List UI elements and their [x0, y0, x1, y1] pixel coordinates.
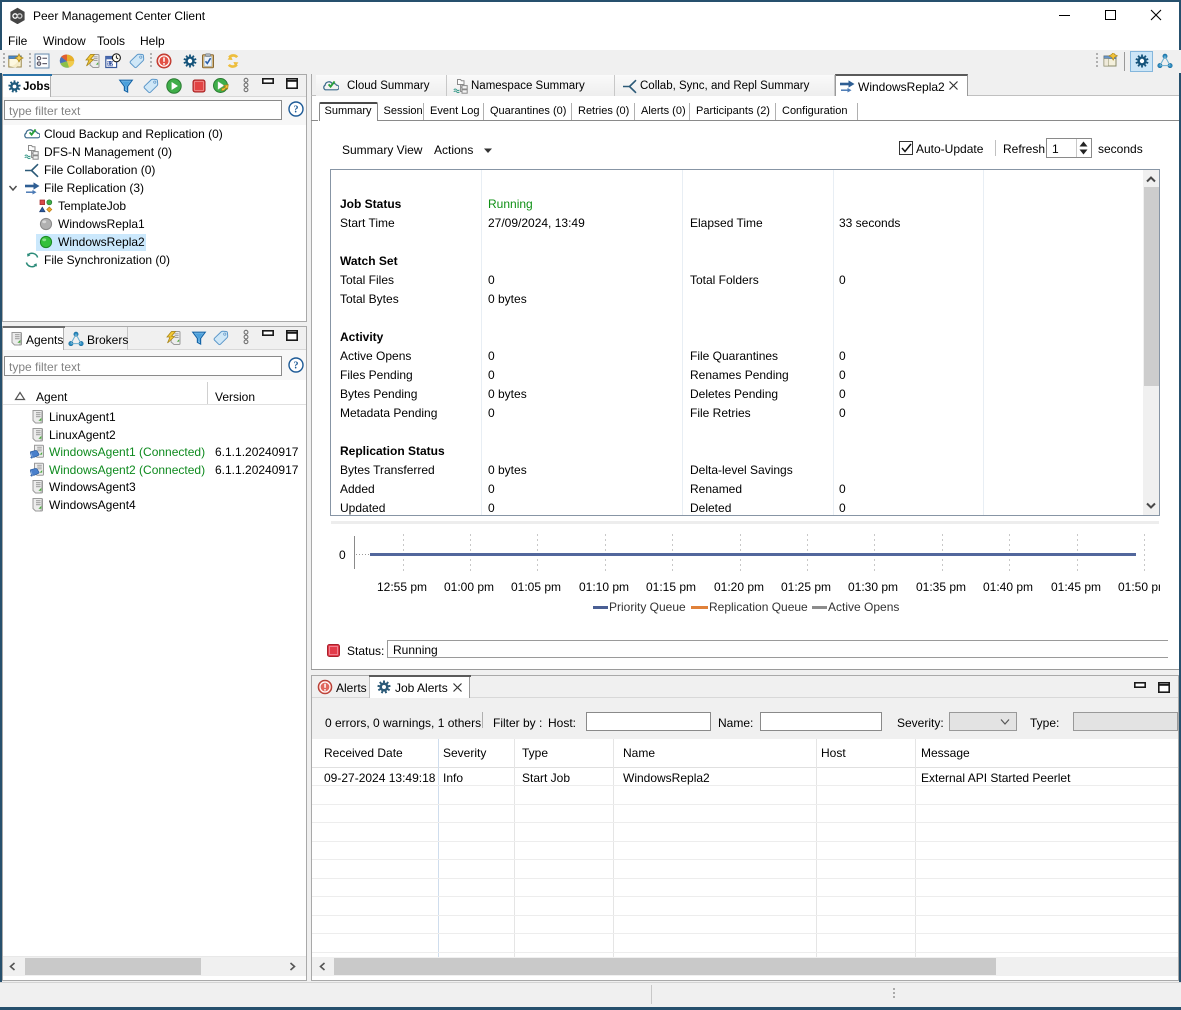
svg-text:?: ? [294, 105, 299, 116]
svg-text:12: 12 [107, 61, 113, 67]
svg-text:?: ? [294, 361, 299, 372]
